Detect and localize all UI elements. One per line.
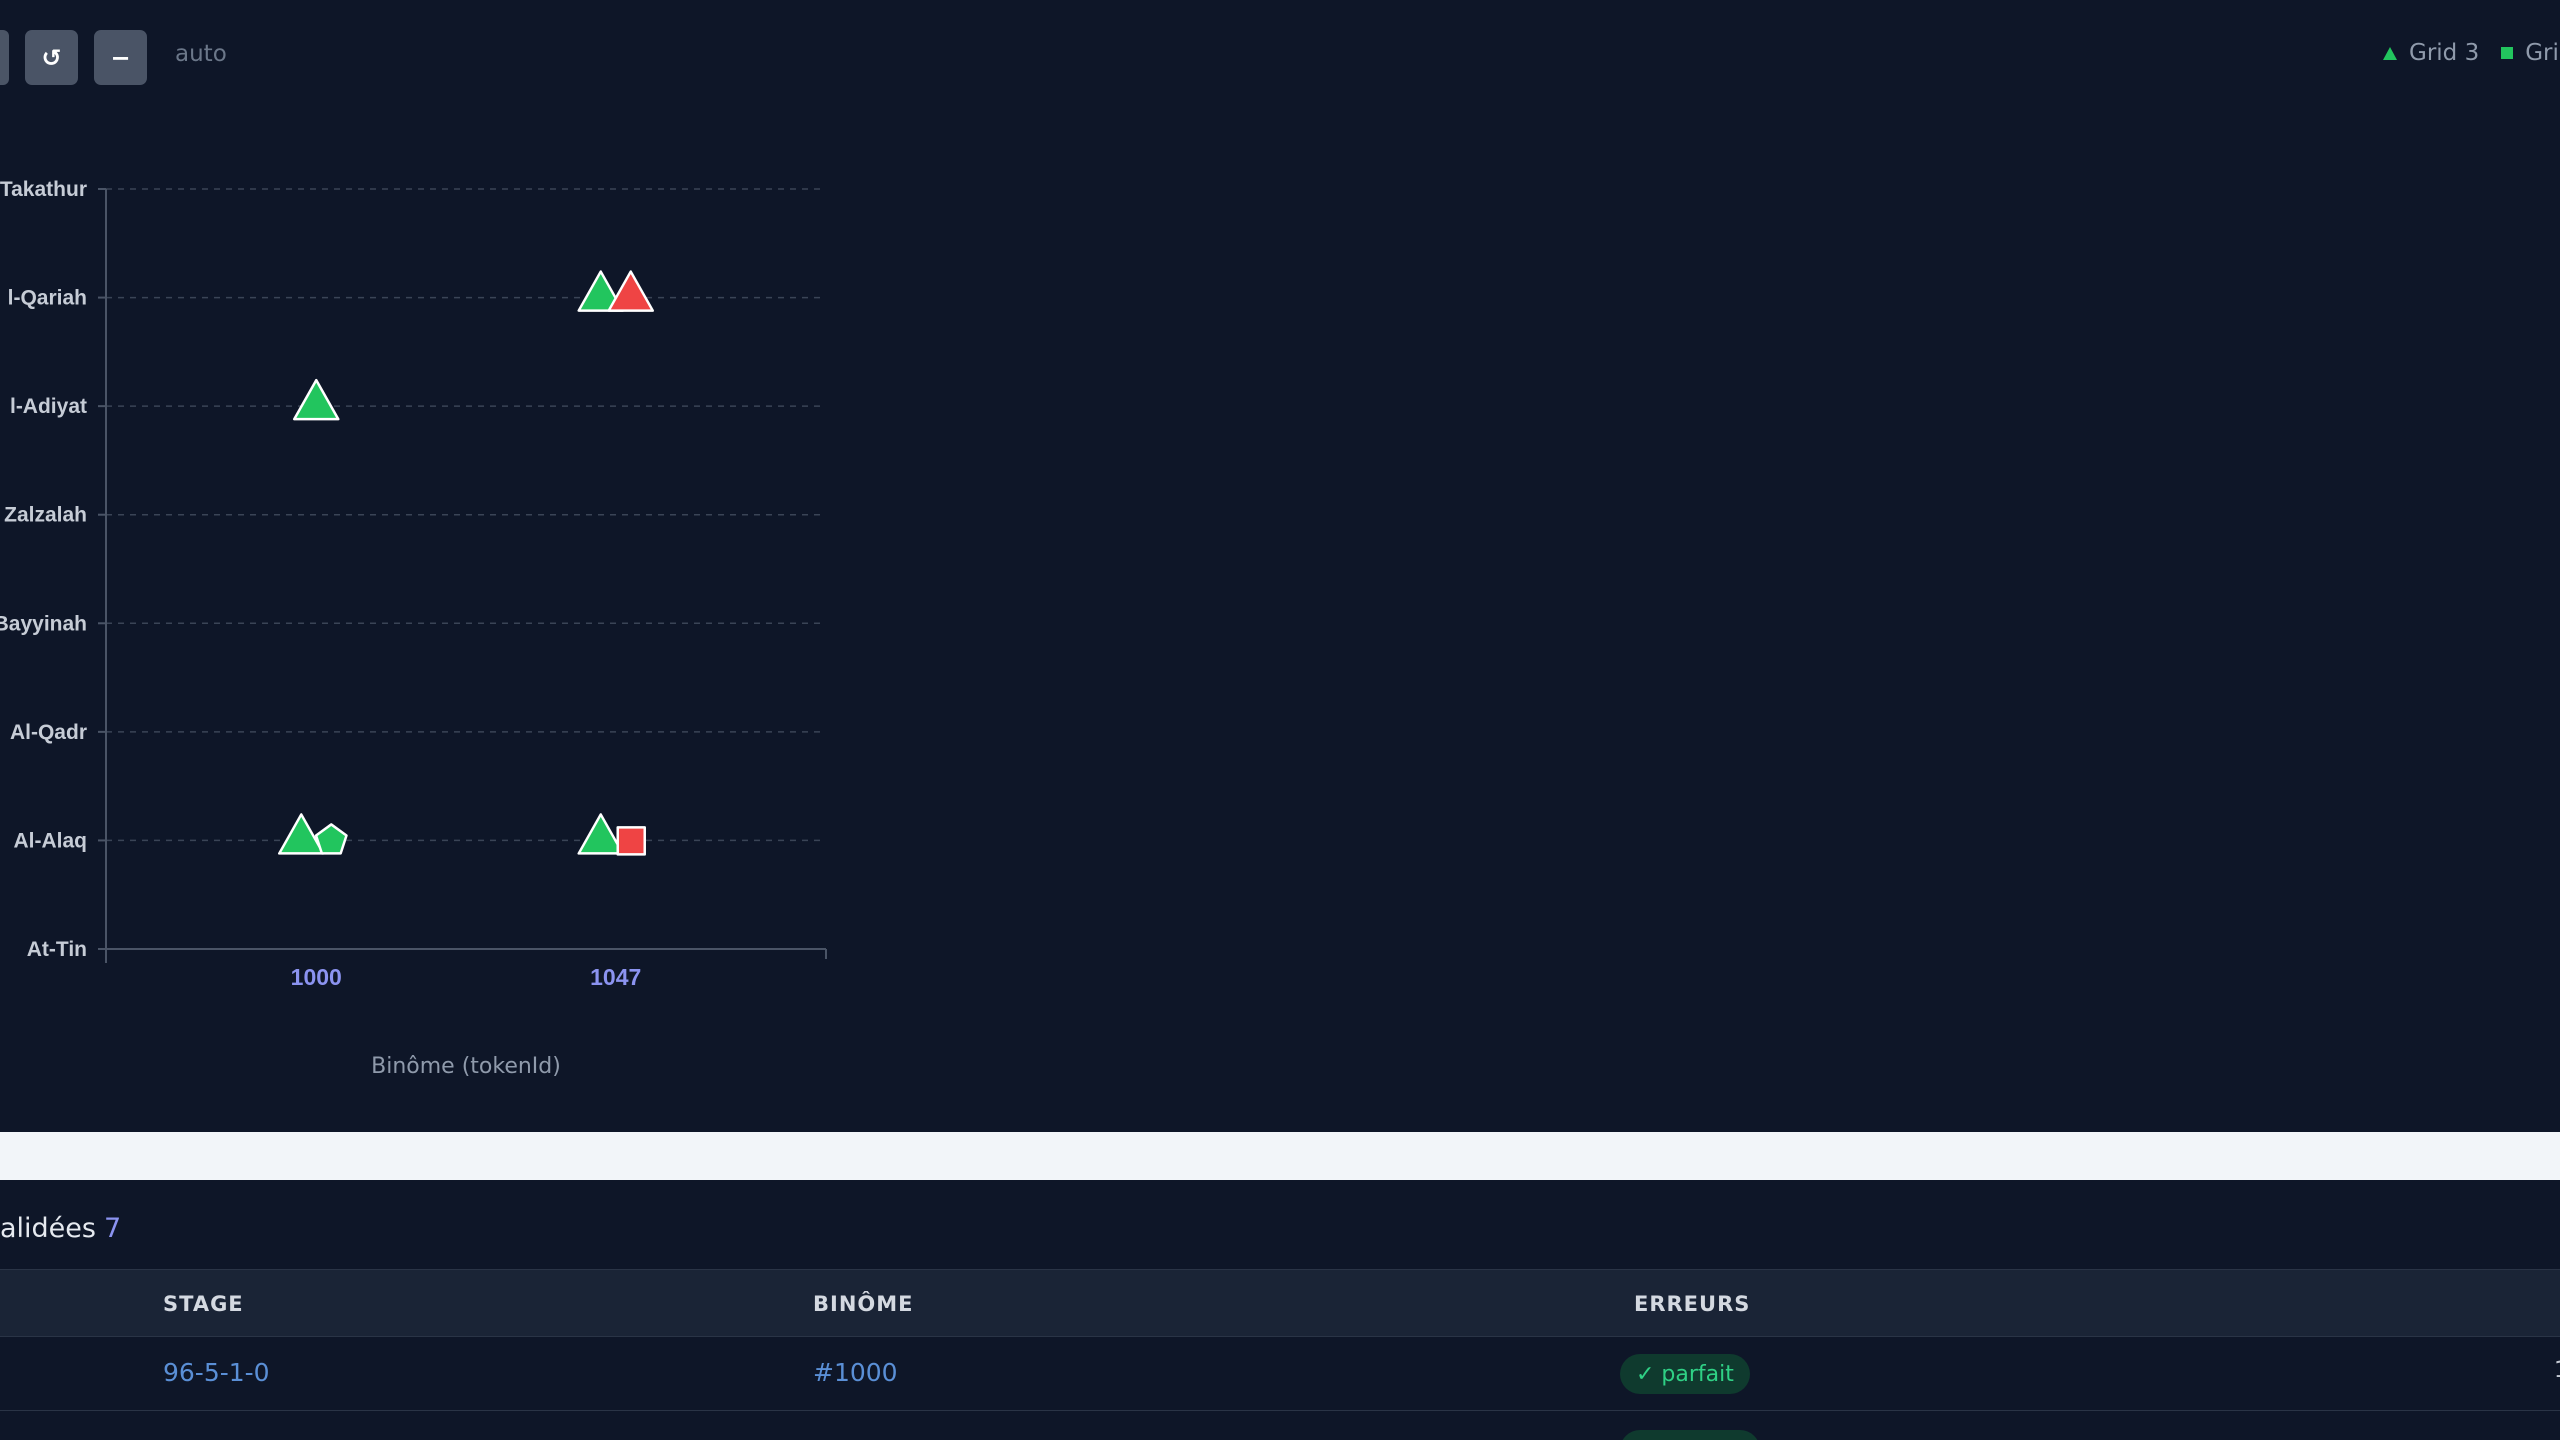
column-header-binome[interactable]: BINÔME [813,1292,914,1316]
y-tick-label: Al-Alaq [14,829,88,852]
table-row[interactable]: 96-5-1-0 #1000 ✓ parfait 1 [0,1336,2560,1411]
y-tick-label: At-Tin [27,938,87,961]
section-title: alidées 7 [0,1213,121,1244]
x-tick-label: 1047 [590,964,641,990]
y-tick-label: Takathur [0,178,87,201]
section-divider [0,1132,2560,1180]
column-header-erreurs[interactable]: ERREURS [1634,1292,1750,1316]
triangle-point [607,270,654,312]
binome-link[interactable]: #1000 [813,1358,898,1387]
pentagon-point [314,823,348,855]
stage-link[interactable]: 96-5-1-0 [163,1358,270,1387]
y-tick-label: Bayyinah [0,612,87,635]
section-count: 7 [103,1213,122,1244]
triangle-point [293,378,340,421]
scatter-chart: Takathur l-Qariah l-Adiyat Zalzalah Bayyinah… [0,178,827,1079]
x-axis-label: Binôme (tokenId) [371,1054,561,1079]
y-tick-label: Zalzalah [4,504,87,527]
status-badge [1620,1430,1760,1440]
column-header-stage[interactable]: STAGE [163,1292,244,1316]
y-tick-label: l-Adiyat [10,395,87,418]
status-badge: ✓ parfait [1620,1354,1750,1394]
row-trailing-value: 1 [2554,1358,2560,1384]
y-tick-label: l-Qariah [8,287,87,310]
app-root: ↺ − auto Grid 3 Grid Takathurl-Qariahl-A… [0,0,2560,1440]
square-point [616,826,646,856]
x-tick-label: 1000 [291,964,342,990]
section-title-text: alidées [0,1213,96,1244]
table-header: STAGE BINÔME ERREURS [0,1269,2560,1337]
y-tick-label: Al-Qadr [10,721,87,744]
triangle-point [577,813,624,855]
